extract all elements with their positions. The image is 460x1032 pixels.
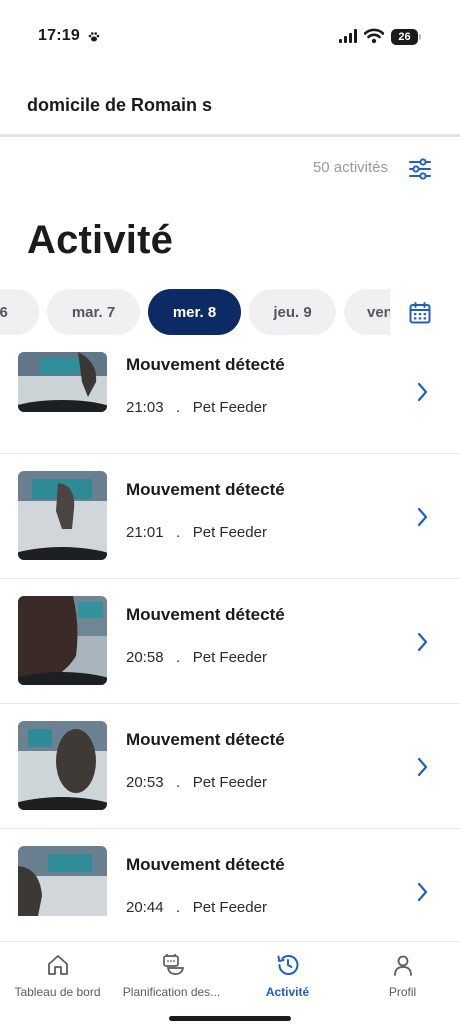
activity-device: Pet Feeder bbox=[192, 774, 267, 791]
activity-time: 20:53 bbox=[126, 774, 164, 791]
day-chip-jeu-9[interactable]: jeu. 9 bbox=[249, 289, 336, 335]
activity-time: 20:44 bbox=[126, 899, 164, 916]
battery-level: 26 bbox=[391, 29, 418, 45]
paw-icon bbox=[88, 32, 100, 42]
battery-icon: 26 bbox=[391, 29, 421, 45]
sliders-icon bbox=[409, 158, 431, 180]
activity-device: Pet Feeder bbox=[192, 899, 267, 916]
status-time: 17:19 bbox=[38, 27, 80, 44]
activity-row[interactable]: Mouvement détecté 20:58 . Pet Feeder bbox=[0, 579, 460, 704]
day-selector: . 6 mar. 7 mer. 8 jeu. 9 ven bbox=[0, 289, 390, 335]
camera-thumbnail bbox=[18, 471, 107, 560]
activity-row[interactable]: Mouvement détecté 21:03 . Pet Feeder bbox=[0, 352, 460, 454]
calendar-button[interactable] bbox=[404, 297, 436, 329]
tab-profile[interactable]: Profil bbox=[355, 942, 450, 1006]
activity-meta: 20:58 . Pet Feeder bbox=[126, 649, 267, 666]
tab-label: Profil bbox=[388, 985, 417, 999]
wifi-icon bbox=[364, 28, 384, 44]
tab-label: Tableau de bord bbox=[14, 985, 101, 999]
day-chip-6[interactable]: . 6 bbox=[0, 289, 39, 335]
home-indicator[interactable] bbox=[169, 1016, 291, 1021]
activity-list: Mouvement détecté 21:03 . Pet Feeder Mou… bbox=[0, 352, 460, 916]
activity-title: Mouvement détecté bbox=[126, 855, 285, 874]
camera-thumbnail bbox=[18, 596, 107, 685]
activity-time: 21:01 bbox=[126, 524, 164, 541]
day-chip-ven[interactable]: ven bbox=[344, 289, 390, 335]
filter-button[interactable] bbox=[404, 153, 436, 185]
tab-activity[interactable]: Activité bbox=[240, 942, 335, 1006]
camera-thumbnail bbox=[18, 352, 107, 412]
home-icon bbox=[47, 955, 68, 975]
activity-meta: 21:03 . Pet Feeder bbox=[126, 399, 267, 416]
user-icon bbox=[393, 955, 412, 976]
activity-row[interactable]: Mouvement détecté 20:44 . Pet Feeder bbox=[0, 829, 460, 916]
activity-title: Mouvement détecté bbox=[126, 605, 285, 624]
activity-row[interactable]: Mouvement détecté 21:01 . Pet Feeder bbox=[0, 454, 460, 579]
chevron-right-icon bbox=[417, 882, 428, 902]
activity-meta: 21:01 . Pet Feeder bbox=[126, 524, 267, 541]
chevron-right-icon bbox=[417, 632, 428, 652]
status-bar: 17:19 26 bbox=[0, 0, 460, 70]
activity-title: Mouvement détecté bbox=[126, 355, 285, 374]
history-clock-icon bbox=[277, 955, 298, 975]
home-name[interactable]: domicile de Romain s bbox=[27, 95, 212, 116]
activity-device: Pet Feeder bbox=[192, 524, 267, 541]
feeder-bowl-icon bbox=[162, 954, 184, 975]
activity-meta: 20:53 . Pet Feeder bbox=[126, 774, 267, 791]
activity-title: Mouvement détecté bbox=[126, 480, 285, 499]
activity-device: Pet Feeder bbox=[192, 399, 267, 416]
tab-label: Planification des... bbox=[122, 985, 221, 999]
day-chip-mer-8[interactable]: mer. 8 bbox=[148, 289, 241, 335]
activity-row[interactable]: Mouvement détecté 20:53 . Pet Feeder bbox=[0, 704, 460, 829]
activity-meta: 20:44 . Pet Feeder bbox=[126, 899, 267, 916]
chevron-right-icon bbox=[417, 382, 428, 402]
activity-time: 20:58 bbox=[126, 649, 164, 666]
tab-label: Activité bbox=[265, 985, 310, 999]
header-divider bbox=[0, 134, 460, 137]
signal-icon bbox=[339, 29, 357, 43]
tab-schedule[interactable]: Planification des... bbox=[113, 942, 230, 1006]
camera-thumbnail bbox=[18, 846, 107, 916]
tab-dashboard[interactable]: Tableau de bord bbox=[0, 942, 115, 1006]
page-title: Activité bbox=[27, 218, 174, 262]
activity-count: 50 activités bbox=[312, 159, 388, 176]
day-chip-mar-7[interactable]: mar. 7 bbox=[47, 289, 140, 335]
activity-title: Mouvement détecté bbox=[126, 730, 285, 749]
chevron-right-icon bbox=[417, 757, 428, 777]
chevron-right-icon bbox=[417, 507, 428, 527]
camera-thumbnail bbox=[18, 721, 107, 810]
calendar-icon bbox=[409, 302, 431, 324]
activity-device: Pet Feeder bbox=[192, 649, 267, 666]
activity-time: 21:03 bbox=[126, 399, 164, 416]
